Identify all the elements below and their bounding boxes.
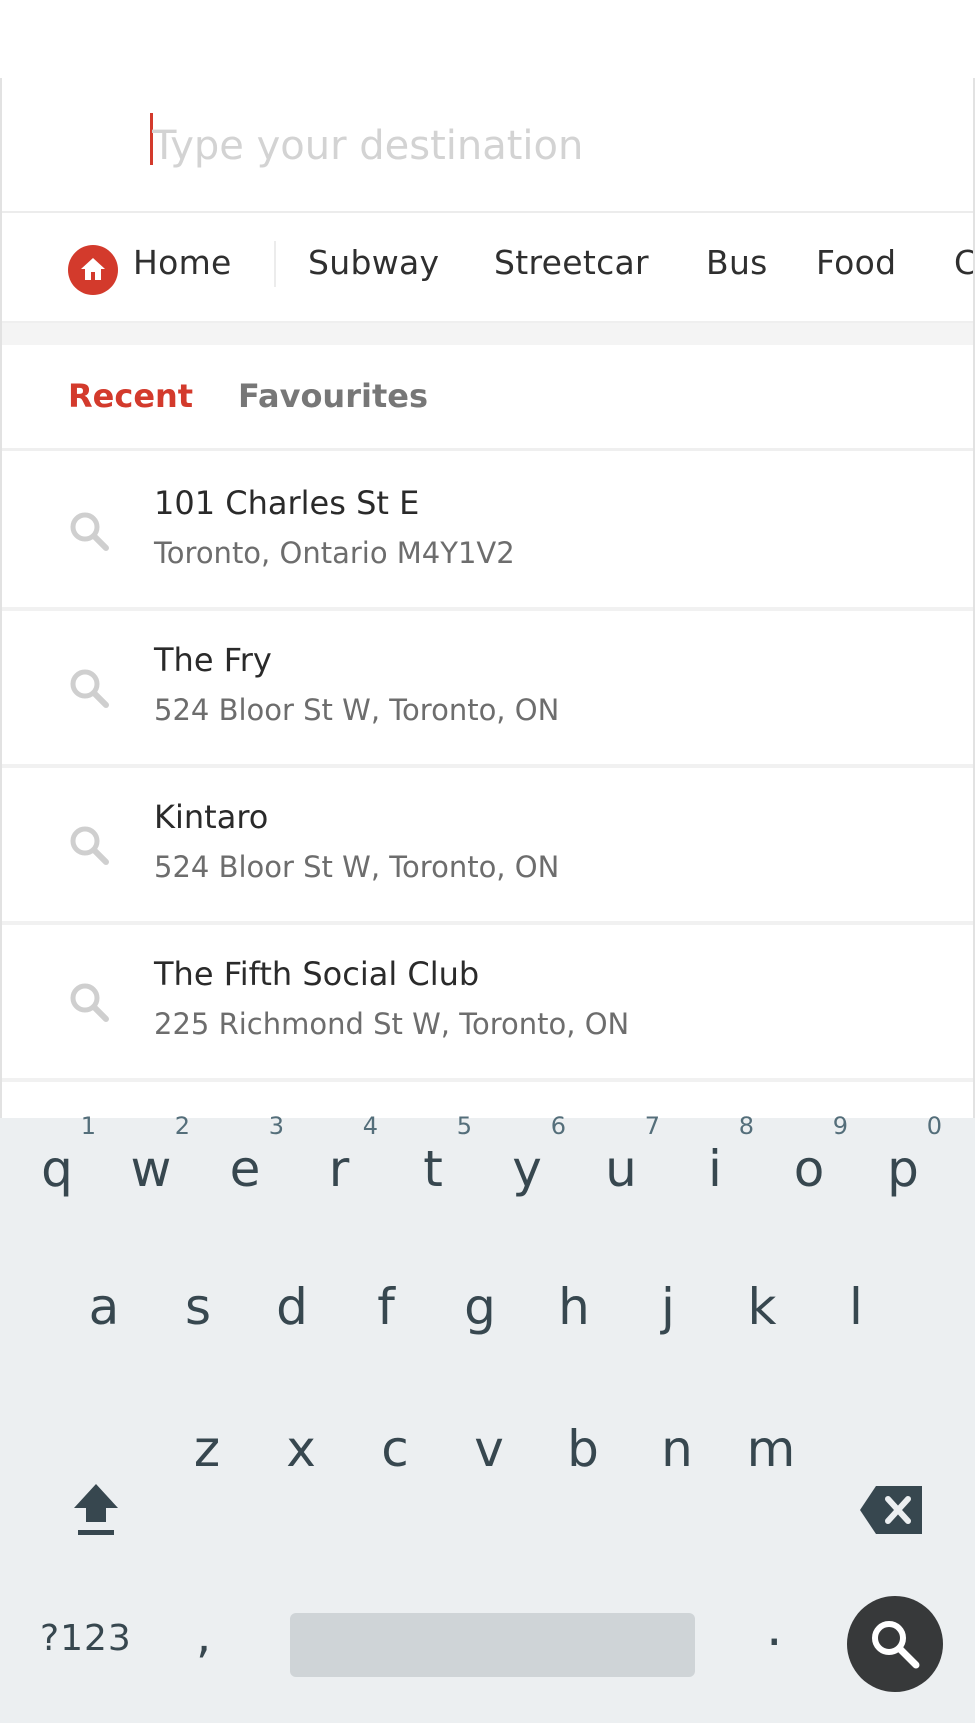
destination-search-input[interactable] bbox=[152, 106, 932, 186]
key-u[interactable]: u7 bbox=[574, 1112, 668, 1228]
search-icon bbox=[70, 669, 109, 708]
key-h[interactable]: h bbox=[527, 1256, 621, 1366]
key-c[interactable]: c bbox=[348, 1398, 442, 1508]
item-title: The Fry bbox=[154, 641, 272, 679]
tab-recent[interactable]: Recent bbox=[68, 377, 193, 415]
key-k[interactable]: k bbox=[715, 1256, 809, 1366]
category-food[interactable]: Food bbox=[816, 243, 896, 282]
list-item[interactable]: The Fry 524 Bloor St W, Toronto, ON bbox=[2, 611, 973, 768]
search-icon bbox=[70, 512, 109, 551]
search-icon bbox=[70, 826, 109, 865]
list-item[interactable]: The Fifth Social Club 225 Richmond St W,… bbox=[2, 925, 973, 1082]
section-spacer bbox=[2, 323, 973, 345]
key-o[interactable]: o9 bbox=[762, 1112, 856, 1228]
item-address: 225 Richmond St W, Toronto, ON bbox=[154, 1007, 630, 1041]
item-address: Toronto, Ontario M4Y1V2 bbox=[154, 536, 515, 570]
divider bbox=[274, 241, 276, 287]
category-home[interactable]: Home bbox=[133, 243, 232, 282]
key-s[interactable]: s bbox=[151, 1256, 245, 1366]
search-bar bbox=[2, 78, 973, 213]
search-icon bbox=[872, 1621, 920, 1669]
period-key[interactable]: . bbox=[766, 1598, 783, 1658]
list-item[interactable]: 101 Charles St E Toronto, Ontario M4Y1V2 bbox=[2, 454, 973, 611]
key-j[interactable]: j bbox=[621, 1256, 715, 1366]
key-d[interactable]: d bbox=[245, 1256, 339, 1366]
key-f[interactable]: f bbox=[339, 1256, 433, 1366]
category-streetcar[interactable]: Streetcar bbox=[494, 243, 649, 282]
item-address: 524 Bloor St W, Toronto, ON bbox=[154, 693, 560, 727]
key-l[interactable]: l bbox=[809, 1256, 903, 1366]
category-bus[interactable]: Bus bbox=[706, 243, 768, 282]
key-i[interactable]: i8 bbox=[668, 1112, 762, 1228]
shift-icon[interactable] bbox=[70, 1480, 122, 1544]
key-b[interactable]: b bbox=[536, 1398, 630, 1508]
category-subway[interactable]: Subway bbox=[308, 243, 439, 282]
search-icon bbox=[70, 983, 109, 1022]
key-e[interactable]: e3 bbox=[198, 1112, 292, 1228]
key-z[interactable]: z bbox=[160, 1398, 254, 1508]
category-more[interactable]: C bbox=[954, 243, 973, 282]
item-title: Kintaro bbox=[154, 798, 269, 836]
space-bar[interactable] bbox=[290, 1613, 695, 1677]
key-g[interactable]: g bbox=[433, 1256, 527, 1366]
status-bar-area bbox=[0, 0, 975, 78]
symbols-key[interactable]: ?123 bbox=[40, 1618, 132, 1659]
key-q[interactable]: q1 bbox=[10, 1112, 104, 1228]
comma-key[interactable]: , bbox=[196, 1608, 211, 1664]
soft-keyboard: q1 w2 e3 r4 t5 y6 u7 i8 o9 p0 a s d f g … bbox=[0, 1112, 975, 1723]
keyboard-search-button[interactable] bbox=[847, 1596, 943, 1692]
category-strip: Home Subway Streetcar Bus Food C bbox=[2, 215, 973, 323]
item-address: 524 Bloor St W, Toronto, ON bbox=[154, 850, 560, 884]
key-r[interactable]: r4 bbox=[292, 1112, 386, 1228]
item-title: The Fifth Social Club bbox=[154, 955, 480, 993]
key-n[interactable]: n bbox=[630, 1398, 724, 1508]
item-title: 101 Charles St E bbox=[154, 484, 420, 522]
key-a[interactable]: a bbox=[57, 1256, 151, 1366]
list-item[interactable]: Kintaro 524 Bloor St W, Toronto, ON bbox=[2, 768, 973, 925]
key-x[interactable]: x bbox=[254, 1398, 348, 1508]
key-y[interactable]: y6 bbox=[480, 1112, 574, 1228]
history-tabs: Recent Favourites bbox=[2, 345, 973, 451]
app-window: Home Subway Streetcar Bus Food C Recent … bbox=[0, 78, 975, 1118]
key-w[interactable]: w2 bbox=[104, 1112, 198, 1228]
key-m[interactable]: m bbox=[724, 1398, 818, 1508]
key-t[interactable]: t5 bbox=[386, 1112, 480, 1228]
key-p[interactable]: p0 bbox=[856, 1112, 950, 1228]
backspace-icon[interactable] bbox=[858, 1484, 926, 1540]
recent-list: 101 Charles St E Toronto, Ontario M4Y1V2… bbox=[2, 454, 973, 1082]
home-icon[interactable] bbox=[68, 245, 118, 295]
key-v[interactable]: v bbox=[442, 1398, 536, 1508]
tab-favourites[interactable]: Favourites bbox=[238, 377, 428, 415]
